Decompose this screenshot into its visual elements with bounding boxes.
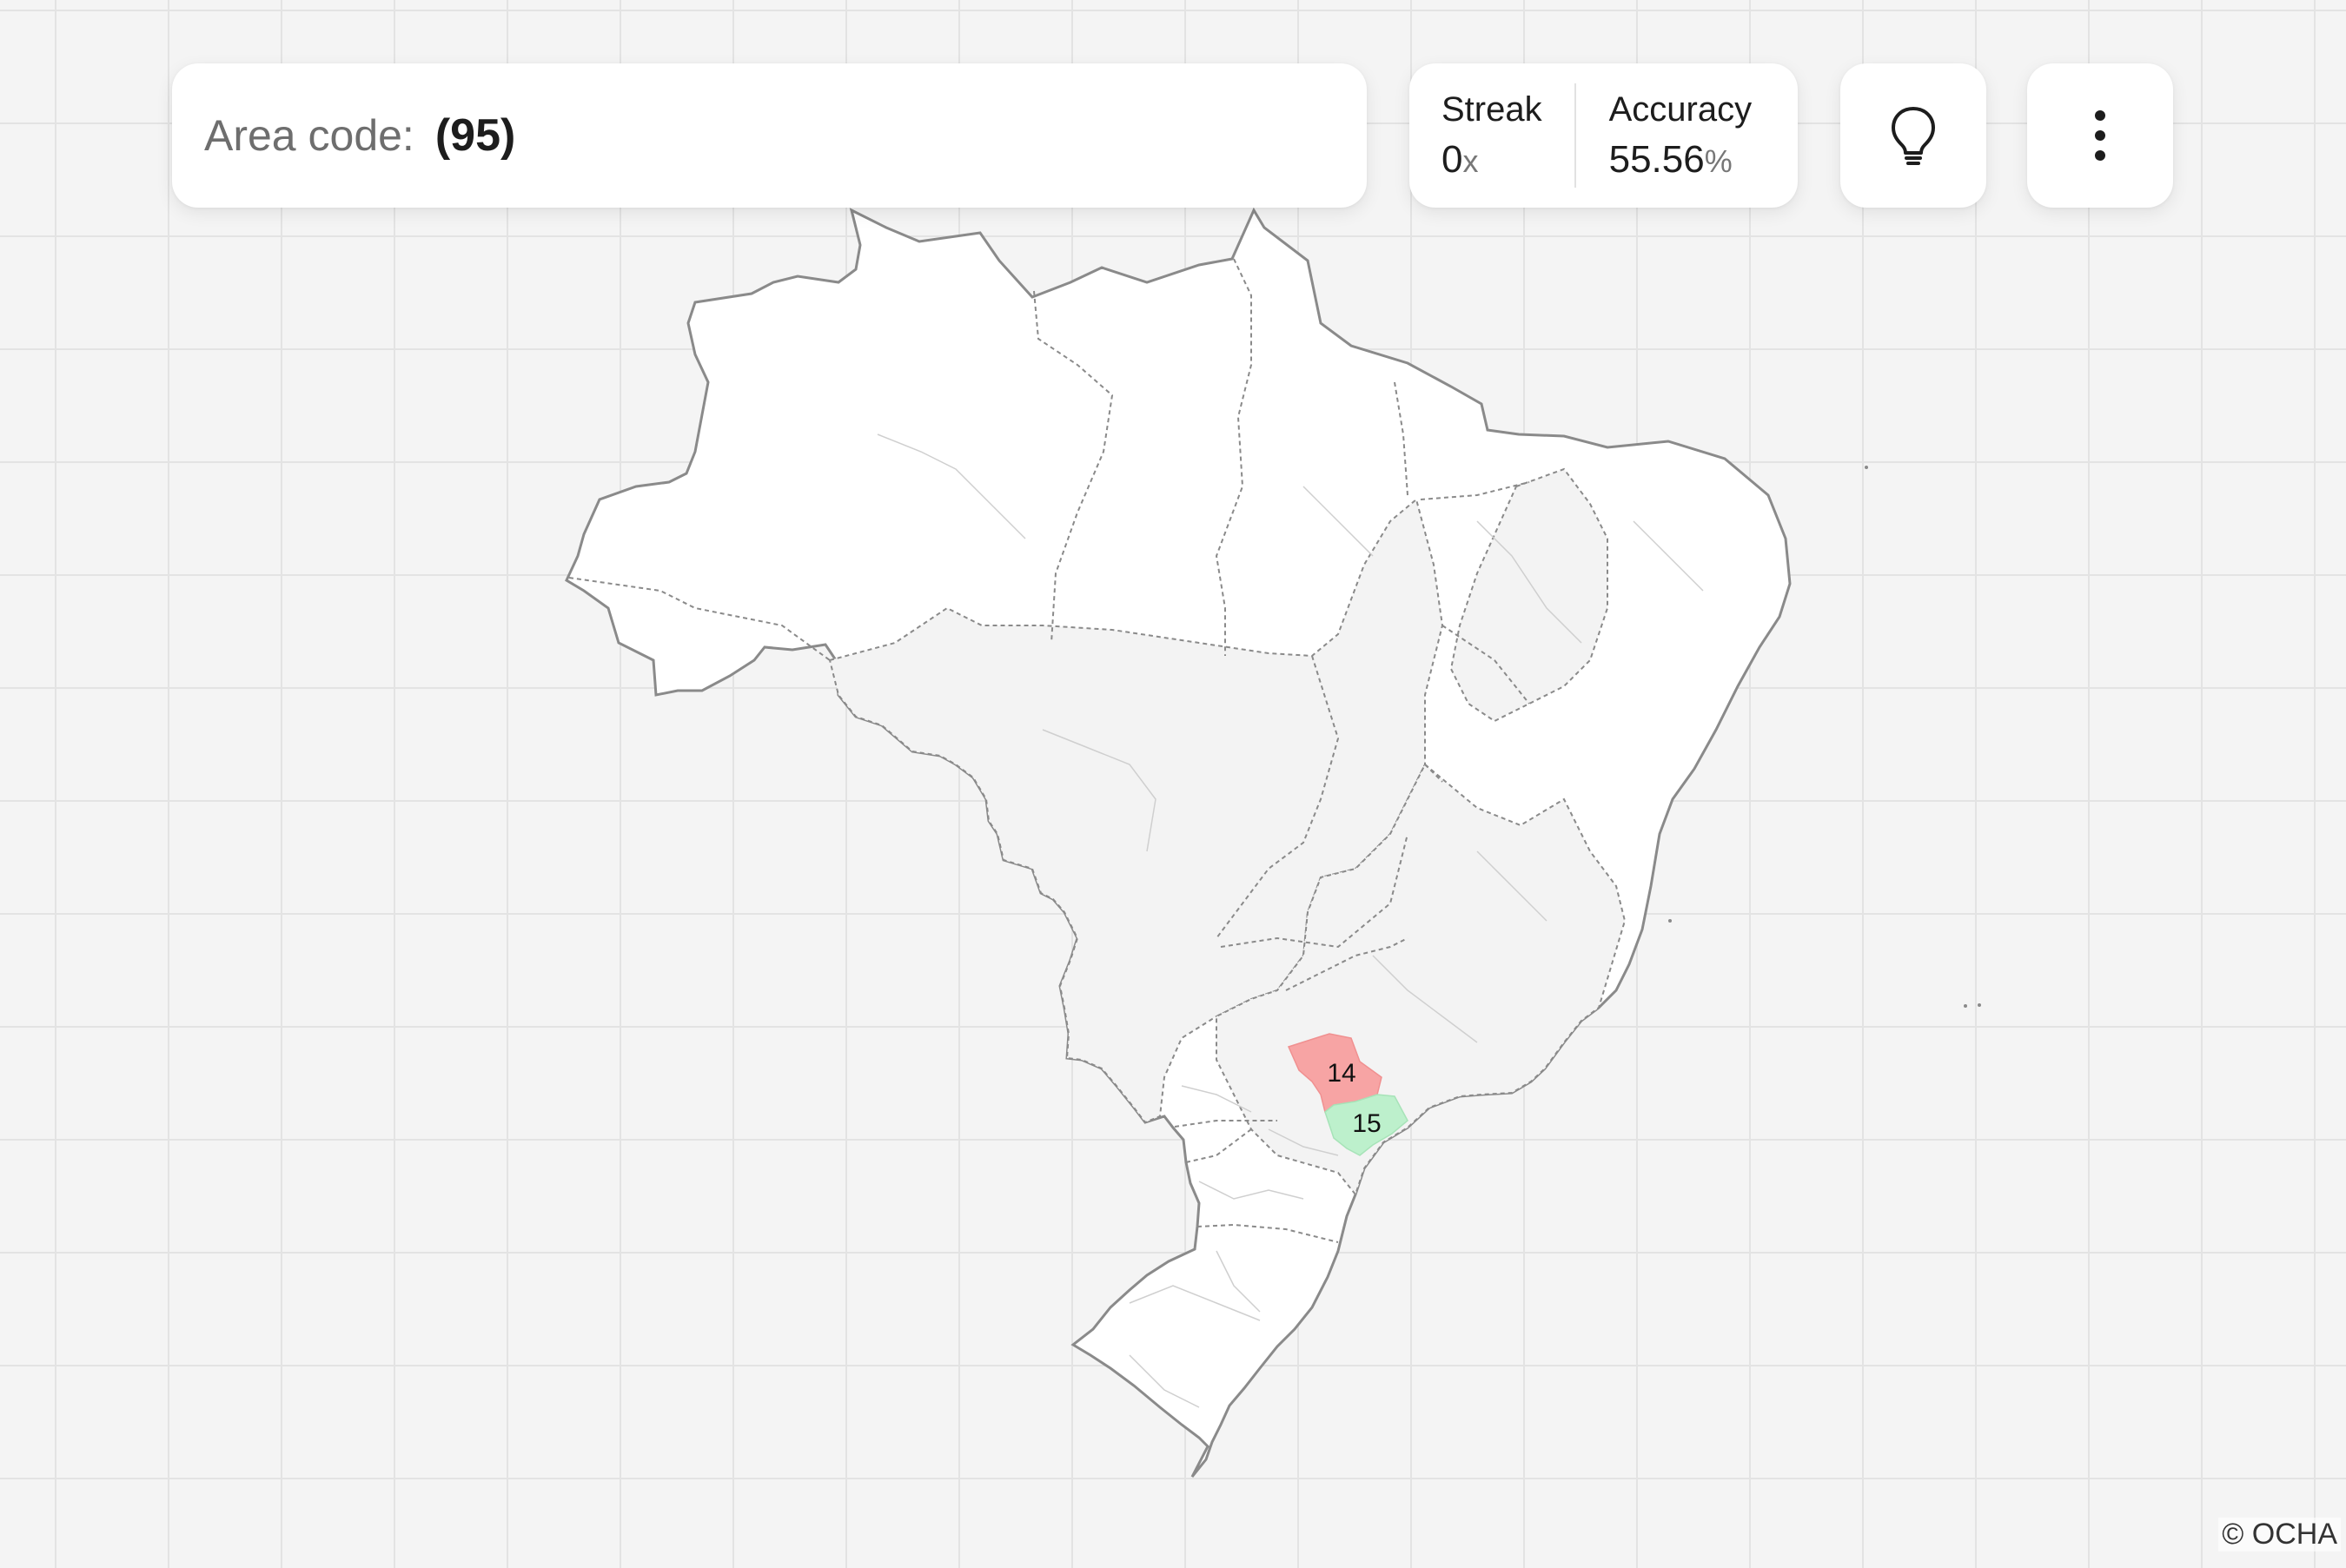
prompt-card: Area code: (95)	[172, 63, 1367, 208]
accuracy-value-wrap: 55.56%	[1609, 136, 1753, 183]
more-menu-button[interactable]	[2027, 63, 2173, 208]
streak-value-wrap: 0x	[1441, 136, 1542, 183]
prompt-value: (95)	[434, 110, 516, 161]
island-dot	[1865, 466, 1868, 469]
island-dot	[1668, 919, 1672, 923]
more-vertical-icon	[2095, 110, 2105, 161]
streak-stat: Streak 0x	[1409, 63, 1542, 208]
region-label-14: 14	[1327, 1059, 1355, 1088]
hint-button[interactable]	[1840, 63, 1986, 208]
streak-label: Streak	[1441, 89, 1542, 129]
island-dot	[1964, 1004, 1967, 1008]
region-label-15: 15	[1352, 1109, 1381, 1138]
island-dot	[1978, 1003, 1981, 1007]
prompt-label: Area code:	[204, 111, 414, 160]
stats-card: Streak 0x Accuracy 55.56%	[1409, 63, 1798, 208]
streak-value: 0	[1441, 137, 1463, 181]
accuracy-value: 55.56	[1608, 137, 1705, 181]
map-area[interactable]: 14 15	[0, 0, 2346, 1564]
accuracy-label: Accuracy	[1608, 89, 1753, 129]
map-credit[interactable]: © OCHA	[2218, 1518, 2341, 1551]
brazil-map[interactable]: 14 15	[0, 0, 2346, 1564]
accuracy-stat: Accuracy 55.56%	[1576, 63, 1753, 208]
streak-unit: x	[1462, 142, 1479, 179]
accuracy-unit: %	[1704, 142, 1733, 179]
lightbulb-icon	[1892, 107, 1935, 165]
